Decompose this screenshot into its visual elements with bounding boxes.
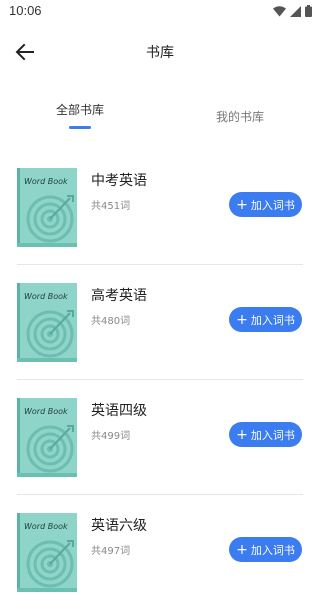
cover-title: Word Book	[24, 292, 68, 301]
book-name: 英语六级	[91, 518, 147, 534]
status-icons	[273, 5, 312, 17]
add-button-label: 加入词书	[250, 428, 295, 442]
book-name: 中考英语	[91, 173, 147, 189]
signal-icon	[290, 5, 301, 17]
cover-title: Word Book	[24, 407, 68, 416]
add-to-wordbook-button[interactable]: + 加入词书	[229, 192, 302, 217]
tab-my-library[interactable]: 我的书库	[216, 108, 264, 125]
add-to-wordbook-button[interactable]: + 加入词书	[229, 307, 302, 332]
book-name: 高考英语	[91, 288, 147, 304]
list-item[interactable]: Word Book 中考英语 共451词 + 加入词书	[17, 150, 303, 265]
cover-title: Word Book	[24, 522, 68, 531]
plus-icon: +	[236, 426, 248, 443]
cover-title: Word Book	[24, 177, 68, 186]
add-to-wordbook-button[interactable]: + 加入词书	[229, 537, 302, 562]
plus-icon: +	[236, 541, 248, 558]
list-item[interactable]: Word Book 高考英语 共480词 + 加入词书	[17, 265, 303, 380]
add-to-wordbook-button[interactable]: + 加入词书	[229, 422, 302, 447]
tab-all-library[interactable]: 全部书库	[56, 101, 104, 118]
add-button-label: 加入词书	[250, 543, 295, 557]
list-item[interactable]: Word Book 英语四级 共499词 + 加入词书	[17, 380, 303, 495]
book-cover: Word Book	[17, 398, 77, 477]
tab-indicator	[69, 126, 91, 129]
word-count: 共451词	[91, 201, 131, 212]
word-count: 共497词	[91, 546, 131, 557]
list-item[interactable]: Word Book 英语六级 共497词 + 加入词书	[17, 495, 303, 610]
status-bar: 10:06	[0, 0, 320, 24]
book-cover: Word Book	[17, 168, 77, 247]
header: 书库	[0, 30, 320, 74]
plus-icon: +	[236, 196, 248, 213]
tabs: 全部书库 我的书库	[0, 96, 320, 136]
page-title: 书库	[146, 45, 174, 61]
book-cover: Word Book	[17, 283, 77, 362]
word-count: 共480词	[91, 316, 131, 327]
battery-icon	[305, 5, 312, 17]
wifi-icon	[273, 5, 286, 16]
word-count: 共499词	[91, 431, 131, 442]
status-time: 10:06	[9, 3, 42, 18]
add-button-label: 加入词书	[250, 313, 295, 327]
book-name: 英语四级	[91, 403, 147, 419]
book-cover: Word Book	[17, 513, 77, 592]
plus-icon: +	[236, 311, 248, 328]
add-button-label: 加入词书	[250, 198, 295, 212]
